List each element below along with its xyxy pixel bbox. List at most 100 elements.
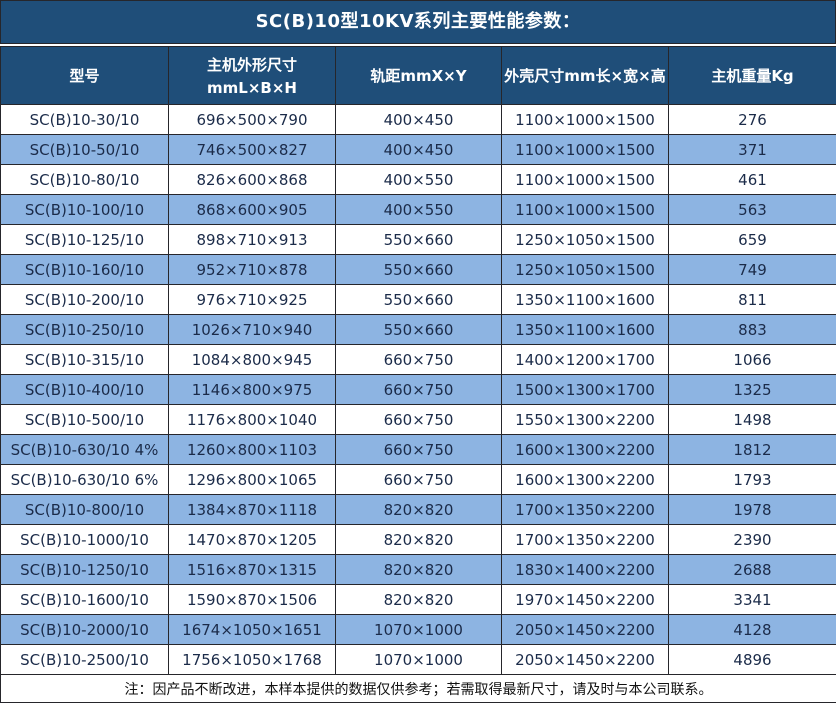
column-header-model: 型号 (1, 47, 169, 105)
column-header-subline: mmL×B×H (171, 79, 333, 97)
cell-weight: 1812 (669, 435, 836, 465)
header-row: 型号 主机外形尺寸 mmL×B×H 轨距mmX×Y 外壳尺寸mm长×宽×高 主机… (1, 47, 836, 105)
cell-model: SC(B)10-800/10 (1, 495, 169, 525)
column-header-weight: 主机重量Kg (669, 47, 836, 105)
cell-body-size: 1084×800×945 (169, 345, 336, 375)
cell-model: SC(B)10-2500/10 (1, 645, 169, 675)
cell-shell-size: 2050×1450×2200 (502, 645, 669, 675)
table-row: SC(B)10-1000/10 1470×870×1205 820×820 17… (1, 525, 836, 555)
cell-body-size: 696×500×790 (169, 105, 336, 135)
cell-rail: 660×750 (336, 435, 502, 465)
cell-model: SC(B)10-160/10 (1, 255, 169, 285)
table-footer: 注：因产品不断改进，本样本提供的数据仅供参考；若需取得最新尺寸，请及时与本公司联… (1, 675, 836, 703)
table-row: SC(B)10-100/10 868×600×905 400×550 1100×… (1, 195, 836, 225)
cell-body-size: 1146×800×975 (169, 375, 336, 405)
column-header-label: 主机外形尺寸 (171, 54, 333, 75)
cell-model: SC(B)10-80/10 (1, 165, 169, 195)
cell-model: SC(B)10-50/10 (1, 135, 169, 165)
table-row: SC(B)10-800/10 1384×870×1118 820×820 170… (1, 495, 836, 525)
cell-weight: 1793 (669, 465, 836, 495)
cell-body-size: 1590×870×1506 (169, 585, 336, 615)
table-body: SC(B)10-30/10 696×500×790 400×450 1100×1… (1, 105, 836, 675)
cell-model: SC(B)10-1000/10 (1, 525, 169, 555)
cell-weight: 1498 (669, 405, 836, 435)
cell-shell-size: 1350×1100×1600 (502, 315, 669, 345)
table-row: SC(B)10-2000/10 1674×1050×1651 1070×1000… (1, 615, 836, 645)
cell-rail: 400×450 (336, 135, 502, 165)
cell-body-size: 898×710×913 (169, 225, 336, 255)
page-title: SC(B)10型10KV系列主要性能参数： (0, 0, 836, 44)
cell-body-size: 976×710×925 (169, 285, 336, 315)
table-row: SC(B)10-30/10 696×500×790 400×450 1100×1… (1, 105, 836, 135)
cell-shell-size: 1600×1300×2200 (502, 465, 669, 495)
cell-rail: 1070×1000 (336, 615, 502, 645)
table-row: SC(B)10-2500/10 1756×1050×1768 1070×1000… (1, 645, 836, 675)
cell-body-size: 1260×800×1103 (169, 435, 336, 465)
column-header-shell-size: 外壳尺寸mm长×宽×高 (502, 47, 669, 105)
cell-rail: 820×820 (336, 585, 502, 615)
cell-rail: 550×660 (336, 255, 502, 285)
cell-shell-size: 1550×1300×2200 (502, 405, 669, 435)
cell-shell-size: 1400×1200×1700 (502, 345, 669, 375)
cell-body-size: 1026×710×940 (169, 315, 336, 345)
cell-model: SC(B)10-125/10 (1, 225, 169, 255)
cell-weight: 276 (669, 105, 836, 135)
cell-shell-size: 1350×1100×1600 (502, 285, 669, 315)
cell-shell-size: 1100×1000×1500 (502, 195, 669, 225)
cell-shell-size: 1700×1350×2200 (502, 495, 669, 525)
column-header-rail-gauge: 轨距mmX×Y (336, 47, 502, 105)
column-header-label: 轨距mmX×Y (338, 65, 499, 86)
cell-model: SC(B)10-630/10 4% (1, 435, 169, 465)
cell-rail: 660×750 (336, 465, 502, 495)
cell-rail: 550×660 (336, 285, 502, 315)
cell-weight: 659 (669, 225, 836, 255)
cell-rail: 400×550 (336, 195, 502, 225)
table-row: SC(B)10-125/10 898×710×913 550×660 1250×… (1, 225, 836, 255)
cell-body-size: 746×500×827 (169, 135, 336, 165)
cell-model: SC(B)10-200/10 (1, 285, 169, 315)
cell-weight: 371 (669, 135, 836, 165)
cell-model: SC(B)10-1250/10 (1, 555, 169, 585)
cell-weight: 1978 (669, 495, 836, 525)
table-row: SC(B)10-500/10 1176×800×1040 660×750 155… (1, 405, 836, 435)
cell-body-size: 1674×1050×1651 (169, 615, 336, 645)
cell-body-size: 868×600×905 (169, 195, 336, 225)
column-header-body-size: 主机外形尺寸 mmL×B×H (169, 47, 336, 105)
cell-weight: 2688 (669, 555, 836, 585)
cell-body-size: 1756×1050×1768 (169, 645, 336, 675)
cell-body-size: 826×600×868 (169, 165, 336, 195)
cell-model: SC(B)10-315/10 (1, 345, 169, 375)
cell-model: SC(B)10-2000/10 (1, 615, 169, 645)
cell-body-size: 1384×870×1118 (169, 495, 336, 525)
cell-rail: 820×820 (336, 495, 502, 525)
table-row: SC(B)10-630/10 6% 1296×800×1065 660×750 … (1, 465, 836, 495)
cell-rail: 1070×1000 (336, 645, 502, 675)
spec-sheet-page: SC(B)10型10KV系列主要性能参数： 型号 主机外形尺寸 mmL×B×H … (0, 0, 836, 705)
cell-shell-size: 1250×1050×1500 (502, 225, 669, 255)
cell-body-size: 1176×800×1040 (169, 405, 336, 435)
column-header-label: 外壳尺寸mm长×宽×高 (504, 65, 666, 86)
cell-body-size: 1516×870×1315 (169, 555, 336, 585)
cell-weight: 1325 (669, 375, 836, 405)
cell-model: SC(B)10-400/10 (1, 375, 169, 405)
cell-weight: 1066 (669, 345, 836, 375)
table-row: SC(B)10-1250/10 1516×870×1315 820×820 18… (1, 555, 836, 585)
cell-weight: 811 (669, 285, 836, 315)
column-header-label: 型号 (3, 65, 166, 86)
table-row: SC(B)10-50/10 746×500×827 400×450 1100×1… (1, 135, 836, 165)
cell-rail: 820×820 (336, 555, 502, 585)
cell-body-size: 1470×870×1205 (169, 525, 336, 555)
footer-note: 注：因产品不断改进，本样本提供的数据仅供参考；若需取得最新尺寸，请及时与本公司联… (1, 675, 836, 703)
cell-rail: 400×450 (336, 105, 502, 135)
cell-rail: 820×820 (336, 525, 502, 555)
cell-weight: 4128 (669, 615, 836, 645)
column-header-label: 主机重量Kg (671, 65, 834, 86)
cell-shell-size: 2050×1450×2200 (502, 615, 669, 645)
table-row: SC(B)10-630/10 4% 1260×800×1103 660×750 … (1, 435, 836, 465)
cell-model: SC(B)10-30/10 (1, 105, 169, 135)
cell-rail: 660×750 (336, 345, 502, 375)
cell-shell-size: 1100×1000×1500 (502, 105, 669, 135)
cell-shell-size: 1600×1300×2200 (502, 435, 669, 465)
table-row: SC(B)10-400/10 1146×800×975 660×750 1500… (1, 375, 836, 405)
cell-weight: 2390 (669, 525, 836, 555)
